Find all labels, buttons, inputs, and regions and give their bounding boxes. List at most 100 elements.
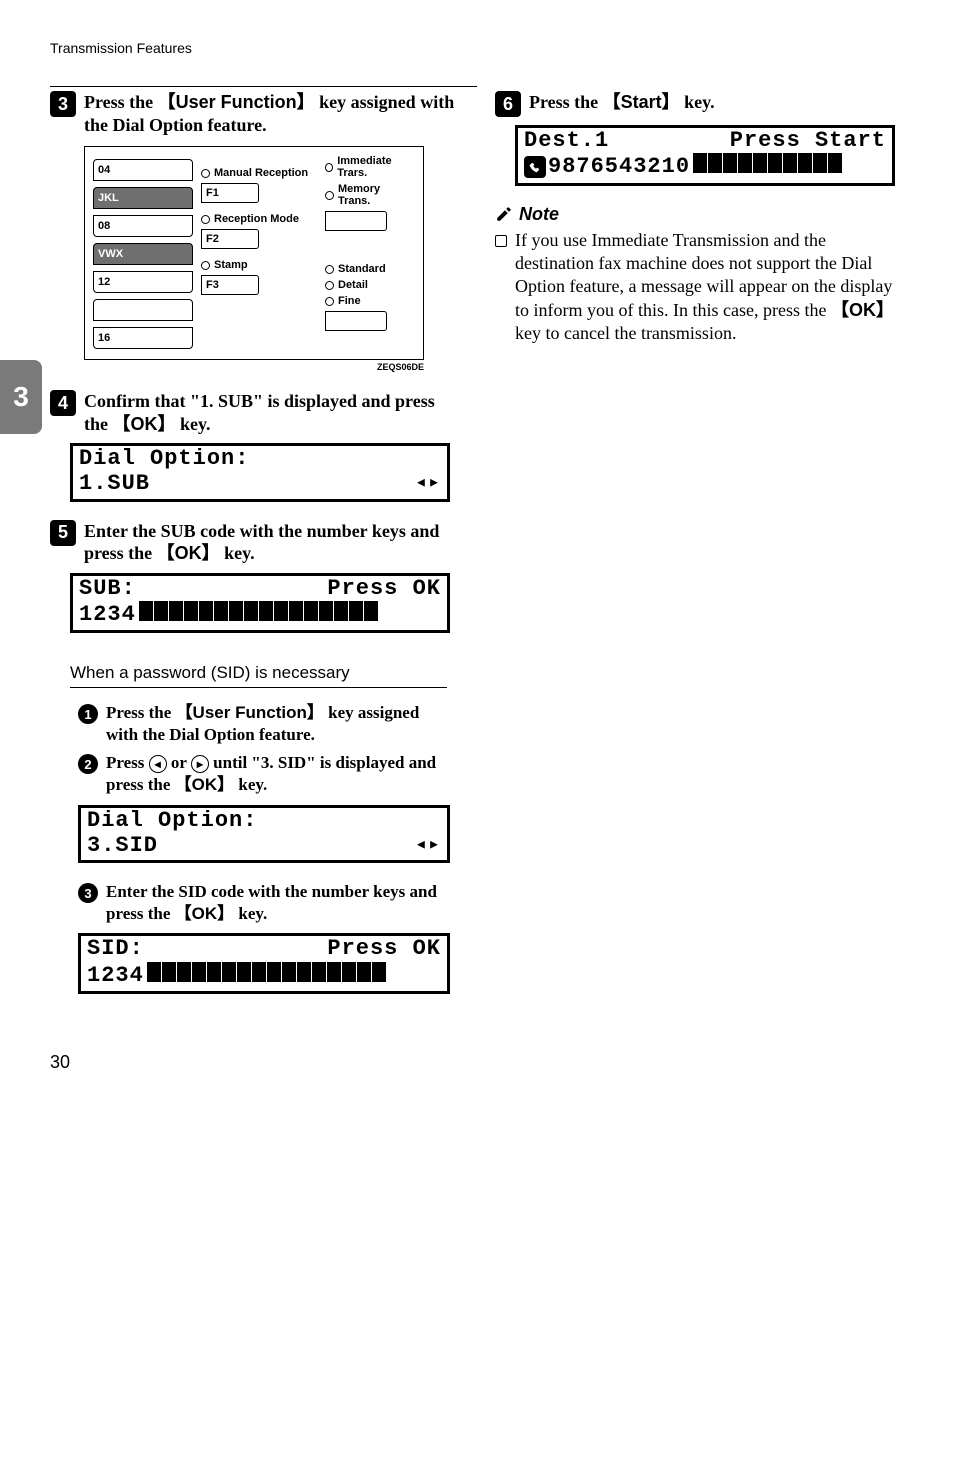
- fine-label: Fine: [338, 295, 361, 307]
- lcd-l1a: Dest.1: [524, 128, 609, 153]
- pad-12: 12: [93, 271, 193, 293]
- step6-a: Press the: [529, 92, 603, 112]
- cursor-blocks: [138, 601, 378, 628]
- page-number: 30: [50, 1052, 904, 1073]
- user-function-key-label: 【User Function】: [176, 703, 324, 722]
- pad-16: 16: [93, 327, 193, 349]
- step-5: 5 Enter the SUB code with the number key…: [50, 520, 459, 565]
- substep-2: 2 Press ◂ or ▸ until "3. SID" is display…: [78, 752, 449, 796]
- led-icon: [201, 215, 210, 224]
- sid-password-heading: When a password (SID) is necessary: [70, 663, 447, 688]
- step-number-icon: 4: [50, 390, 76, 416]
- lcd-l1b: Press OK: [327, 936, 441, 961]
- standard-label: Standard: [338, 263, 386, 275]
- lcd-line2: 9876543210: [548, 154, 690, 179]
- note-text-tail: key to cancel the transmission.: [515, 323, 736, 343]
- substep-number-icon: 1: [78, 704, 98, 724]
- note-label: Note: [519, 204, 559, 225]
- led-icon: [325, 163, 333, 172]
- section-tab: 3: [0, 360, 42, 434]
- lcd-line2: 3.SID: [87, 833, 158, 858]
- stamp-label: Stamp: [214, 259, 248, 271]
- led-icon: [325, 265, 334, 274]
- pad-04: 04: [93, 159, 193, 181]
- ok-key-label: 【OK】: [831, 300, 894, 320]
- ok-key-label: 【OK】: [157, 543, 220, 563]
- step-4: 4 Confirm that "1. SUB" is displayed and…: [50, 390, 459, 435]
- step5-text-a: Enter the SUB code with the number keys …: [84, 521, 439, 564]
- lcd-line2: 1234: [79, 602, 136, 627]
- f2-key: F2: [201, 229, 259, 249]
- lcd-l1b: Press Start: [730, 128, 886, 153]
- operation-panel-figure: 04 JKL 08 VWX 12 16 Manual Reception F1 …: [84, 146, 459, 372]
- substep-1: 1 Press the 【User Function】 key assigned…: [78, 702, 449, 746]
- sub3-b: key.: [234, 904, 267, 923]
- lcd-l1a: SID:: [87, 936, 144, 961]
- step-number-icon: 3: [50, 91, 76, 117]
- lcd-line1: Dial Option:: [79, 446, 249, 471]
- right-arrow-key-icon: ▸: [191, 755, 209, 773]
- lcd-line2: 1.SUB: [79, 471, 150, 496]
- led-icon: [201, 261, 210, 270]
- start-key-label: 【Start】: [603, 92, 680, 112]
- blank-key: [325, 211, 387, 231]
- phone-icon: [524, 156, 546, 178]
- step-number-icon: 6: [495, 91, 521, 117]
- note-body: If you use Immediate Transmission and th…: [515, 229, 904, 346]
- lcd-sid-entry: SID: Press OK 1234: [78, 933, 450, 994]
- f3-key: F3: [201, 275, 259, 295]
- sub2-c: key.: [234, 775, 267, 794]
- manual-reception-label: Manual Reception: [214, 167, 308, 179]
- cursor-blocks: [146, 962, 386, 989]
- sub2-a: Press: [106, 753, 149, 772]
- pad-jkl: JKL: [93, 187, 193, 209]
- left-arrow-key-icon: ◂: [149, 755, 167, 773]
- step-3: 3 Press the 【User Function】 key assigned…: [50, 91, 459, 136]
- reception-mode-label: Reception Mode: [214, 213, 299, 225]
- user-function-key-label: 【User Function】: [158, 92, 315, 112]
- step-number-icon: 5: [50, 520, 76, 546]
- f1-key: F1: [201, 183, 259, 203]
- lcd-sub-entry: SUB: Press OK 1234: [70, 573, 450, 634]
- step5-text-b: key.: [220, 543, 255, 563]
- step4-text-b: key.: [176, 414, 211, 434]
- step6-b: key.: [680, 92, 715, 112]
- lcd-dest: Dest.1 Press Start 9876543210: [515, 125, 895, 186]
- lcd-line1: Dial Option:: [87, 808, 257, 833]
- substep-3: 3 Enter the SID code with the number key…: [78, 881, 449, 925]
- pad-08: 08: [93, 215, 193, 237]
- arrow-icons: ◂▸: [415, 834, 441, 857]
- ok-key-label: 【OK】: [175, 775, 235, 794]
- led-icon: [201, 169, 210, 178]
- lcd-dial-option-sid: Dial Option: 3.SID ◂▸: [78, 805, 450, 864]
- pad-blank: [93, 299, 193, 321]
- ok-key-label: 【OK】: [175, 904, 235, 923]
- substep-number-icon: 3: [78, 883, 98, 903]
- cursor-blocks: [692, 153, 842, 180]
- figure-caption: ZEQS06DE: [84, 362, 424, 372]
- lcd-l1b: Press OK: [327, 576, 441, 601]
- blank-key: [325, 311, 387, 331]
- lcd-l1a: SUB:: [79, 576, 136, 601]
- step3-text-a: Press the: [84, 92, 158, 112]
- led-icon: [325, 297, 334, 306]
- led-icon: [325, 191, 334, 200]
- lcd-dial-option-sub: Dial Option: 1.SUB ◂▸: [70, 443, 450, 502]
- sub1-a: Press the: [106, 703, 176, 722]
- step-6: 6 Press the 【Start】 key.: [495, 91, 904, 117]
- ok-key-label: 【OK】: [113, 414, 176, 434]
- memory-trans-label: Memory Trans.: [338, 183, 415, 207]
- immediate-trans-label: Immediate Trars.: [337, 155, 415, 179]
- running-header: Transmission Features: [50, 40, 477, 56]
- lcd-line2: 1234: [87, 963, 144, 988]
- sub3-a: Enter the SID code with the number keys …: [106, 882, 437, 923]
- arrow-icons: ◂▸: [415, 472, 441, 495]
- led-icon: [325, 281, 334, 290]
- substep-number-icon: 2: [78, 754, 98, 774]
- note-heading: Note: [495, 204, 904, 225]
- pencil-icon: [495, 205, 513, 223]
- pad-vwx: VWX: [93, 243, 193, 265]
- detail-label: Detail: [338, 279, 368, 291]
- square-bullet-icon: [495, 235, 507, 247]
- sub2-mid: or: [167, 753, 191, 772]
